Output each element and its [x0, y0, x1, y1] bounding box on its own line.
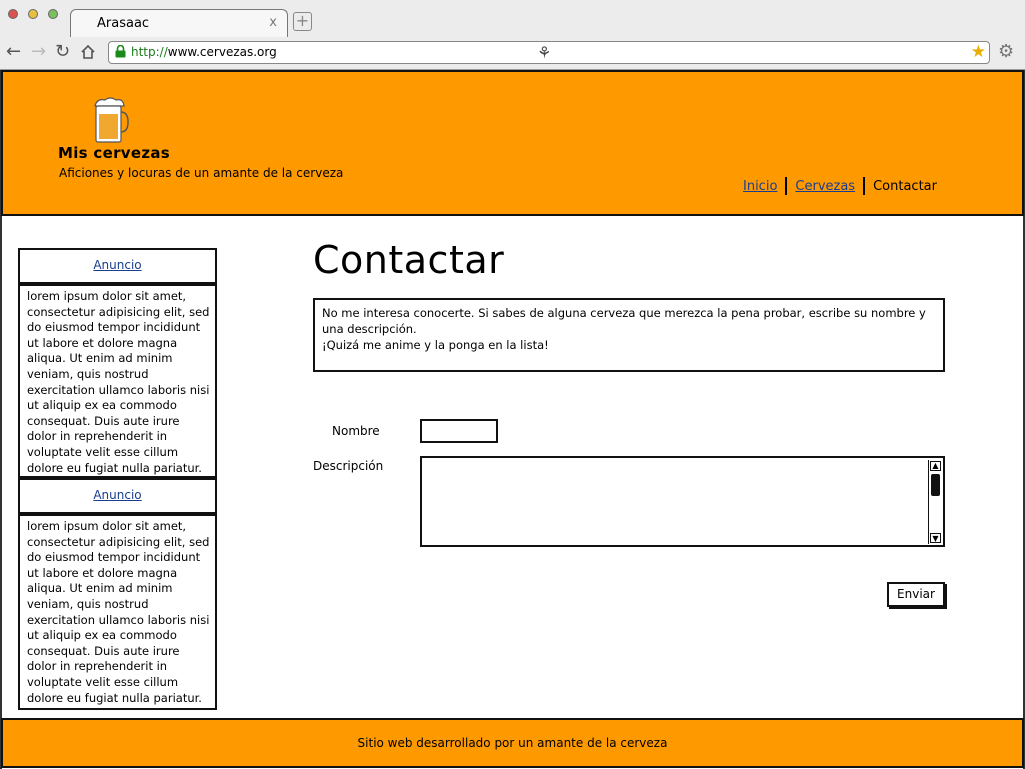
intro-line: No me interesa conocerte. Si sabes de al…: [322, 306, 926, 336]
maximize-window-icon[interactable]: [48, 9, 58, 19]
scroll-up-icon[interactable]: ▲: [930, 461, 941, 471]
name-label: Nombre: [332, 424, 380, 438]
gear-icon[interactable]: ⚙: [998, 41, 1014, 62]
ad-header: Anuncio: [18, 478, 217, 514]
home-icon[interactable]: [80, 42, 96, 65]
name-input[interactable]: [420, 419, 498, 443]
site-header: Mis cervezas Aficiones y locuras de un a…: [1, 70, 1024, 216]
top-nav: Inicio Cervezas Contactar: [743, 177, 937, 195]
description-label: Descripción: [313, 459, 384, 473]
url-text: http://www.cervezas.org: [131, 45, 277, 59]
ad-body-text: lorem ipsum dolor sit amet, consectetur …: [18, 514, 217, 710]
address-bar[interactable]: http://www.cervezas.org ⚘ ★: [108, 41, 990, 64]
ad-link[interactable]: Anuncio: [93, 258, 141, 272]
nav-separator: [863, 177, 866, 195]
nav-link-inicio[interactable]: Inicio: [743, 179, 777, 194]
scroll-down-icon[interactable]: ▼: [930, 533, 941, 543]
back-arrow-icon[interactable]: ←: [6, 42, 21, 62]
page-title: Contactar: [313, 238, 505, 282]
description-textarea[interactable]: ▲ ▼: [420, 456, 945, 547]
intro-text-box: No me interesa conocerte. Si sabes de al…: [313, 298, 945, 372]
site-footer: Sitio web desarrollado por un amante de …: [1, 718, 1024, 768]
nav-separator: [785, 177, 788, 195]
reload-icon[interactable]: ↻: [55, 42, 70, 62]
browser-chrome: Arasaac x + ← → ↻ http://www.cervezas.or…: [0, 0, 1025, 70]
site-subtitle: Aficiones y locuras de un amante de la c…: [59, 166, 344, 180]
intro-line: ¡Quizá me anime y la ponga en la lista!: [322, 338, 549, 352]
ad-body-text: lorem ipsum dolor sit amet, consectetur …: [18, 284, 217, 478]
close-window-icon[interactable]: [8, 9, 18, 19]
textarea-scrollbar[interactable]: ▲ ▼: [928, 460, 942, 544]
nav-link-cervezas[interactable]: Cervezas: [795, 179, 855, 194]
scroll-thumb[interactable]: [931, 474, 940, 496]
new-tab-button[interactable]: +: [293, 12, 312, 31]
tab-close-icon[interactable]: x: [269, 15, 277, 30]
lock-icon: [115, 45, 126, 58]
ad-header: Anuncio: [18, 248, 217, 284]
tab-title: Arasaac: [97, 16, 150, 31]
minimize-window-icon[interactable]: [28, 9, 38, 19]
star-icon[interactable]: ★: [971, 42, 986, 62]
site-title: Mis cervezas: [58, 144, 171, 162]
browser-tab[interactable]: Arasaac x: [70, 9, 288, 37]
person-icon[interactable]: ⚘: [537, 43, 551, 62]
ad-link[interactable]: Anuncio: [93, 488, 141, 502]
beer-mug-icon: [94, 97, 129, 143]
nav-item-contactar: Contactar: [873, 178, 937, 194]
submit-button[interactable]: Enviar: [887, 582, 945, 607]
forward-arrow-icon[interactable]: →: [31, 42, 46, 62]
